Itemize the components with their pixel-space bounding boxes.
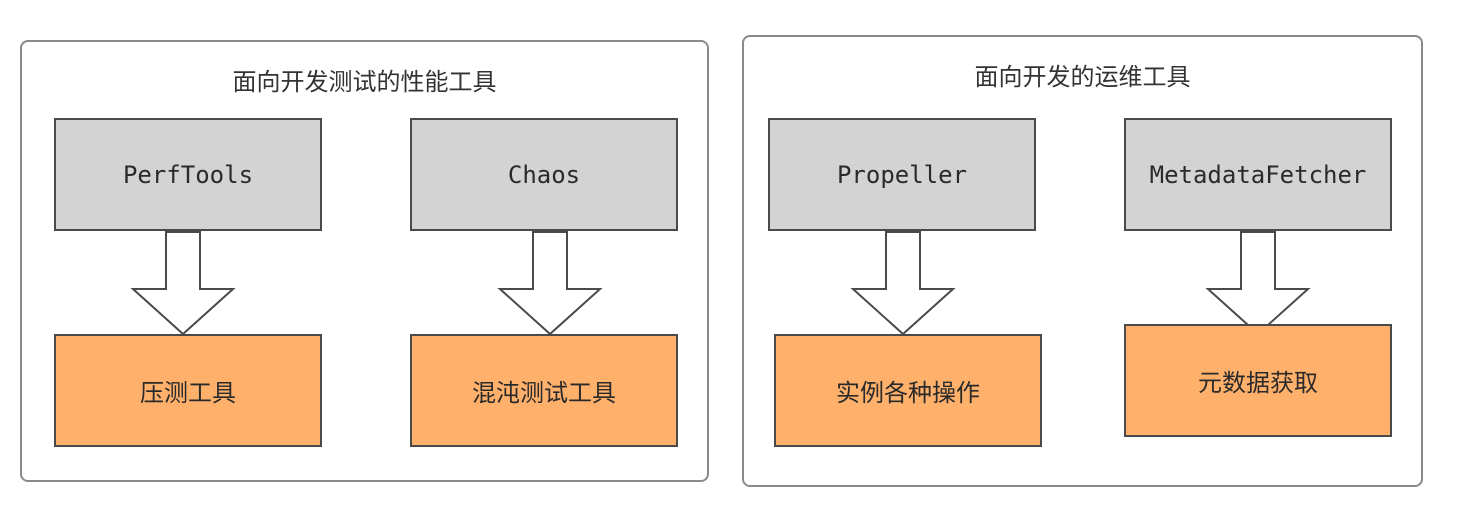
result-box-instance-operations: 实例各种操作 (774, 334, 1042, 447)
down-arrow-icon (497, 231, 603, 336)
group-title: 面向开发测试的性能工具 (232, 68, 497, 96)
tool-box-propeller: Propeller (768, 118, 1036, 231)
tool-box-perftools: PerfTools (54, 118, 322, 231)
down-arrow-icon (850, 231, 956, 336)
down-arrow-icon (130, 231, 236, 336)
result-box-load-testing: 压测工具 (54, 334, 322, 447)
result-box-chaos-testing: 混沌测试工具 (410, 334, 678, 447)
group-title: 面向开发的运维工具 (974, 63, 1191, 91)
result-box-metadata-fetch: 元数据获取 (1124, 324, 1392, 437)
tool-box-chaos: Chaos (410, 118, 678, 231)
tool-box-metadatafetcher: MetadataFetcher (1124, 118, 1392, 231)
down-arrow-icon (1205, 231, 1311, 336)
